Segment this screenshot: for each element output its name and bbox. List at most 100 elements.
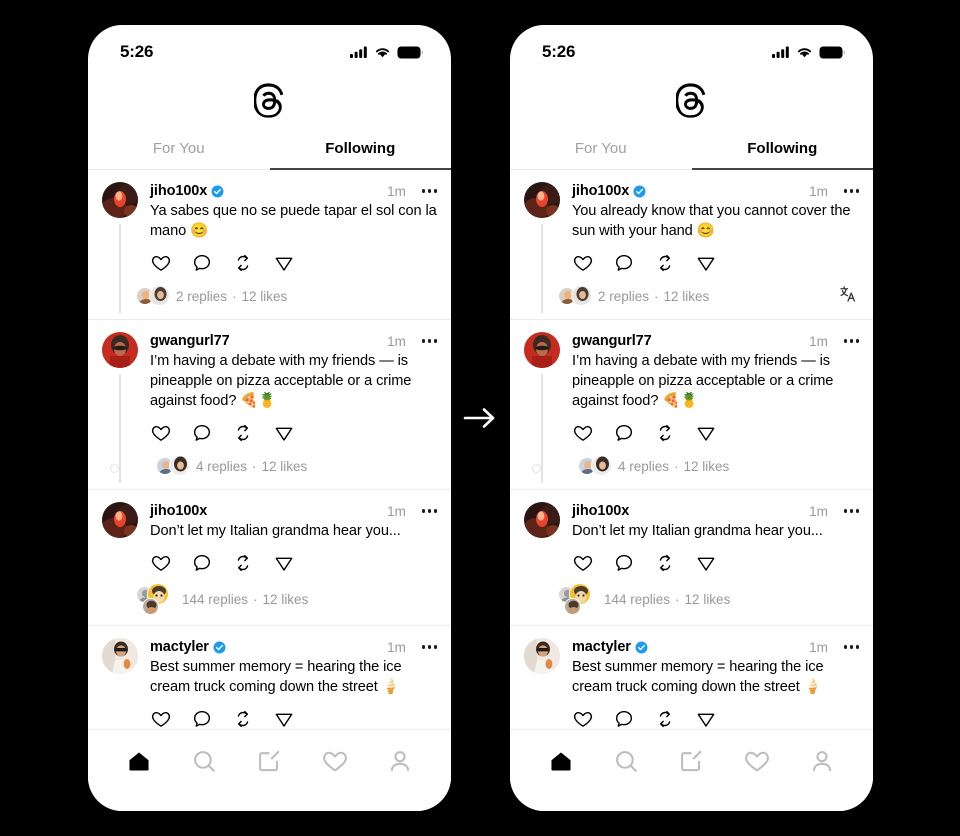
like-button[interactable]: [150, 252, 171, 273]
like-button[interactable]: [150, 422, 171, 443]
share-button[interactable]: [695, 708, 716, 729]
replies-facepile[interactable]: [136, 283, 170, 309]
nav-activity-button[interactable]: [315, 744, 355, 778]
more-options-icon[interactable]: [843, 645, 859, 649]
replies-facepile[interactable]: [558, 583, 598, 615]
comment-button[interactable]: [191, 708, 212, 729]
share-button[interactable]: [273, 552, 294, 573]
post-username[interactable]: jiho100x: [572, 503, 629, 519]
nav-search-button[interactable]: [606, 744, 646, 778]
likes-count[interactable]: 12 likes: [664, 289, 710, 304]
post-item[interactable]: jiho100x 1m Don’t let my Italian grandma…: [510, 490, 873, 626]
more-options-icon[interactable]: [843, 189, 859, 193]
avatar[interactable]: [524, 638, 560, 674]
nav-compose-button[interactable]: [671, 744, 711, 778]
repost-button[interactable]: [654, 422, 675, 443]
likes-count[interactable]: 12 likes: [684, 459, 730, 474]
post-username[interactable]: jiho100x: [150, 183, 207, 199]
replies-count[interactable]: 2 replies: [598, 289, 649, 304]
more-options-icon[interactable]: [421, 339, 437, 343]
like-button[interactable]: [572, 422, 593, 443]
replies-facepile[interactable]: [156, 453, 190, 479]
comment-button[interactable]: [191, 252, 212, 273]
nav-profile-button[interactable]: [802, 744, 842, 778]
tab-for-you[interactable]: For You: [510, 129, 692, 169]
tab-following[interactable]: Following: [692, 129, 874, 169]
avatar[interactable]: [102, 638, 138, 674]
like-button[interactable]: [572, 708, 593, 729]
post-item[interactable]: gwangurl77 1m I’m having a debate with m…: [510, 320, 873, 490]
nav-home-button[interactable]: [541, 744, 581, 778]
nav-activity-button[interactable]: [737, 744, 777, 778]
replies-facepile[interactable]: [578, 453, 612, 479]
replies-count[interactable]: 144 replies: [182, 592, 248, 607]
comment-button[interactable]: [191, 422, 212, 443]
share-button[interactable]: [695, 552, 716, 573]
more-options-icon[interactable]: [421, 645, 437, 649]
more-options-icon[interactable]: [421, 509, 437, 513]
replies-facepile[interactable]: [136, 583, 176, 615]
repost-button[interactable]: [654, 252, 675, 273]
replies-count[interactable]: 144 replies: [604, 592, 670, 607]
post-username[interactable]: mactyler: [150, 639, 209, 655]
inline-translate-button[interactable]: [839, 285, 857, 308]
more-options-icon[interactable]: [421, 189, 437, 193]
replies-count[interactable]: 4 replies: [618, 459, 669, 474]
share-button[interactable]: [273, 422, 294, 443]
comment-button[interactable]: [613, 422, 634, 443]
post-username[interactable]: jiho100x: [150, 503, 207, 519]
likes-count[interactable]: 12 likes: [263, 592, 309, 607]
comment-button[interactable]: [613, 708, 634, 729]
like-button[interactable]: [572, 552, 593, 573]
tab-for-you[interactable]: For You: [88, 129, 270, 169]
replies-count[interactable]: 2 replies: [176, 289, 227, 304]
like-button[interactable]: [572, 252, 593, 273]
repost-button[interactable]: [232, 552, 253, 573]
likes-count[interactable]: 12 likes: [242, 289, 288, 304]
post-item[interactable]: mactyler 1m Best summer memory = hearing…: [88, 626, 451, 736]
comment-button[interactable]: [613, 252, 634, 273]
repost-button[interactable]: [232, 422, 253, 443]
avatar[interactable]: [102, 502, 138, 538]
nav-home-button[interactable]: [119, 744, 159, 778]
feed-list-after[interactable]: jiho100x 1m You already know that you ca…: [510, 170, 873, 736]
tab-following[interactable]: Following: [270, 129, 452, 169]
more-options-icon[interactable]: [843, 339, 859, 343]
likes-count[interactable]: 12 likes: [685, 592, 731, 607]
comment-button[interactable]: [191, 552, 212, 573]
post-username[interactable]: mactyler: [572, 639, 631, 655]
share-button[interactable]: [273, 252, 294, 273]
avatar[interactable]: [524, 182, 560, 218]
feed-list-before[interactable]: jiho100x 1m Ya sabes que no se puede tap…: [88, 170, 451, 736]
likes-count[interactable]: 12 likes: [262, 459, 308, 474]
share-button[interactable]: [695, 252, 716, 273]
post-actions: [572, 708, 859, 729]
avatar[interactable]: [524, 332, 560, 368]
more-options-icon[interactable]: [843, 509, 859, 513]
post-username[interactable]: jiho100x: [572, 183, 629, 199]
nav-profile-button[interactable]: [380, 744, 420, 778]
share-button[interactable]: [273, 708, 294, 729]
post-username[interactable]: gwangurl77: [572, 333, 652, 349]
like-button[interactable]: [150, 708, 171, 729]
post-item[interactable]: jiho100x 1m Don’t let my Italian grandma…: [88, 490, 451, 626]
repost-button[interactable]: [232, 252, 253, 273]
like-button[interactable]: [150, 552, 171, 573]
avatar[interactable]: [102, 332, 138, 368]
post-item[interactable]: gwangurl77 1m I’m having a debate with m…: [88, 320, 451, 490]
repost-button[interactable]: [654, 708, 675, 729]
comment-button[interactable]: [613, 552, 634, 573]
post-item[interactable]: jiho100x 1m Ya sabes que no se puede tap…: [88, 170, 451, 320]
avatar[interactable]: [102, 182, 138, 218]
post-item[interactable]: jiho100x 1m You already know that you ca…: [510, 170, 873, 320]
nav-search-button[interactable]: [184, 744, 224, 778]
post-item[interactable]: mactyler 1m Best summer memory = hearing…: [510, 626, 873, 736]
replies-count[interactable]: 4 replies: [196, 459, 247, 474]
repost-button[interactable]: [654, 552, 675, 573]
avatar[interactable]: [524, 502, 560, 538]
post-username[interactable]: gwangurl77: [150, 333, 230, 349]
share-button[interactable]: [695, 422, 716, 443]
nav-compose-button[interactable]: [249, 744, 289, 778]
replies-facepile[interactable]: [558, 283, 592, 309]
repost-button[interactable]: [232, 708, 253, 729]
